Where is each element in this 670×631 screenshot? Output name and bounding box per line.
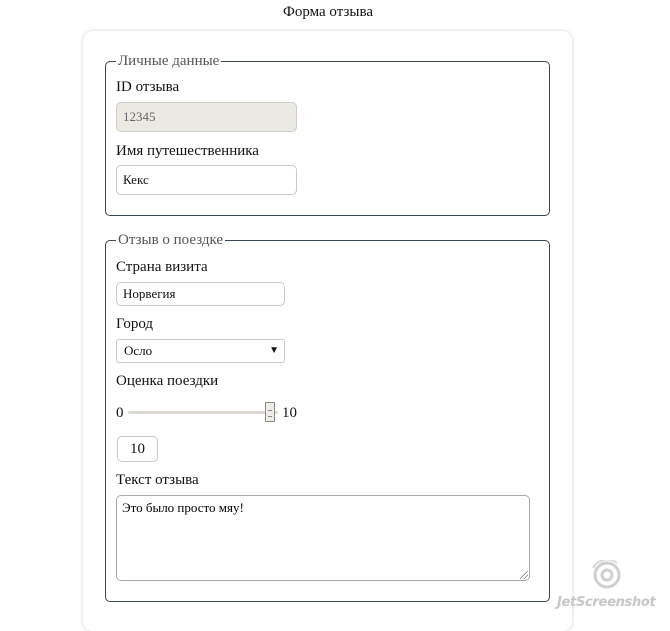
review-id-label: ID отзыва <box>116 79 179 96</box>
textarea-resize-handle[interactable] <box>520 571 528 579</box>
rating-slider-thumb[interactable] <box>265 402 275 422</box>
personal-data-legend: Личные данные <box>116 53 221 70</box>
country-label: Страна визита <box>116 259 208 276</box>
trip-review-legend: Отзыв о поездке <box>116 232 225 249</box>
jetscreenshot-watermark: JetScreenshot <box>557 560 662 610</box>
rating-value-output: 10 <box>117 436 158 462</box>
rating-label: Оценка поездки <box>116 373 218 390</box>
traveler-name-label: Имя путешественника <box>116 143 259 160</box>
watermark-text: JetScreenshot <box>557 595 655 610</box>
review-id-field[interactable] <box>116 102 297 132</box>
city-selected-value: Осло <box>124 343 152 358</box>
rating-min-label: 0 <box>116 405 124 422</box>
city-label: Город <box>116 316 153 333</box>
review-text-area[interactable]: Это было просто мяу! <box>116 495 530 581</box>
page-title: Форма отзыва <box>0 4 656 21</box>
country-field[interactable] <box>116 282 285 306</box>
rating-max-label: 10 <box>282 405 297 422</box>
review-text-label: Текст отзыва <box>116 472 199 489</box>
dropdown-arrow-icon: ▼ <box>269 340 279 362</box>
camera-lens-icon <box>587 560 627 590</box>
city-select[interactable]: Осло ▼ <box>116 339 285 363</box>
traveler-name-field[interactable] <box>116 165 297 195</box>
review-form-card: Личные данные ID отзыва Имя путешественн… <box>83 31 572 631</box>
rating-slider-track[interactable] <box>128 411 278 414</box>
